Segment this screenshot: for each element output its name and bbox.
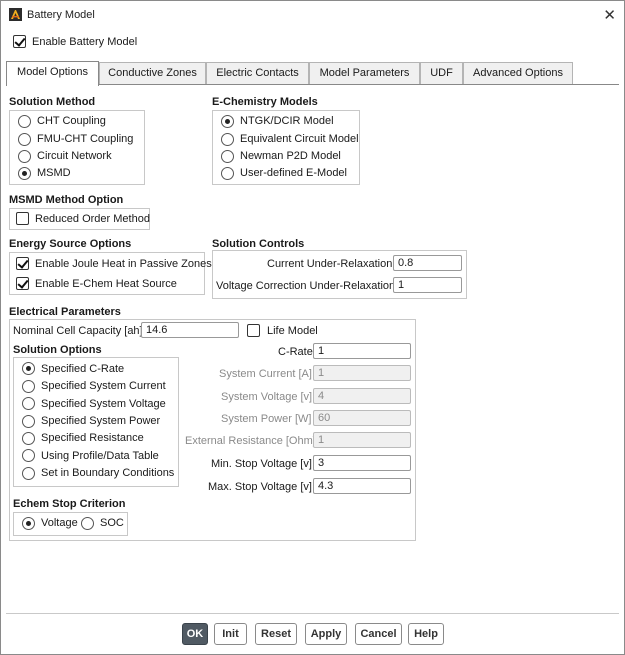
min-stop-voltage-label: Min. Stop Voltage [v] xyxy=(211,458,312,470)
window-title: Battery Model xyxy=(27,9,95,21)
max-stop-voltage-input[interactable]: 4.3 xyxy=(313,478,411,494)
init-button[interactable]: Init xyxy=(214,623,247,645)
tab-bar: Model Options Conductive Zones Electric … xyxy=(1,61,624,86)
external-resistance-label: External Resistance [Ohm] xyxy=(185,435,316,447)
current-relaxation-label: Current Under-Relaxation xyxy=(267,258,393,270)
radio-label[interactable]: Set in Boundary Conditions xyxy=(41,467,174,479)
stop-criterion-heading: Echem Stop Criterion xyxy=(13,498,126,510)
radio-label[interactable]: Specified System Voltage xyxy=(41,398,166,410)
radio-label[interactable]: NTGK/DCIR Model xyxy=(240,115,334,127)
radio-ntgk-dcir[interactable] xyxy=(221,115,234,128)
external-resistance-input: 1 xyxy=(313,432,411,448)
radio-label[interactable]: CHT Coupling xyxy=(37,115,106,127)
capacity-input[interactable]: 14.6 xyxy=(141,322,239,338)
energy-source-heading: Energy Source Options xyxy=(9,238,132,250)
radio-fmu-cht-coupling[interactable] xyxy=(18,133,31,146)
app-logo-icon xyxy=(9,8,22,21)
radio-label[interactable]: FMU-CHT Coupling xyxy=(37,133,133,145)
radio-msmd[interactable] xyxy=(18,167,31,180)
radio-specified-c-rate[interactable] xyxy=(22,362,35,375)
tab-udf[interactable]: UDF xyxy=(420,62,463,84)
tab-electric-contacts[interactable]: Electric Contacts xyxy=(206,62,309,84)
footer-divider xyxy=(6,613,619,614)
reset-button[interactable]: Reset xyxy=(255,623,297,645)
title-bar: Battery Model ✕ xyxy=(1,1,624,29)
radio-specified-system-power[interactable] xyxy=(22,415,35,428)
tab-advanced-options[interactable]: Advanced Options xyxy=(463,62,573,84)
reduced-order-label[interactable]: Reduced Order Method xyxy=(35,213,150,225)
radio-specified-resistance[interactable] xyxy=(22,432,35,445)
radio-boundary-conditions[interactable] xyxy=(22,467,35,480)
radio-label[interactable]: MSMD xyxy=(37,167,71,179)
solution-controls-heading: Solution Controls xyxy=(212,238,305,250)
radio-label[interactable]: Voltage xyxy=(41,517,78,529)
radio-label[interactable]: Specified System Current xyxy=(41,380,166,392)
solution-method-heading: Solution Method xyxy=(9,96,96,108)
help-button[interactable]: Help xyxy=(408,623,444,645)
apply-button[interactable]: Apply xyxy=(305,623,347,645)
system-power-label: System Power [W] xyxy=(221,413,312,425)
radio-soc[interactable] xyxy=(81,517,94,530)
life-model-label[interactable]: Life Model xyxy=(267,325,318,337)
c-rate-input[interactable]: 1 xyxy=(313,343,411,359)
battery-model-dialog: Battery Model ✕ Enable Battery Model Mod… xyxy=(0,0,625,655)
current-relaxation-input[interactable]: 0.8 xyxy=(393,255,462,271)
radio-voltage[interactable] xyxy=(22,517,35,530)
life-model-checkbox[interactable] xyxy=(247,324,260,337)
enable-battery-model-label[interactable]: Enable Battery Model xyxy=(32,36,137,48)
radio-label[interactable]: Using Profile/Data Table xyxy=(41,450,159,462)
ok-button[interactable]: OK xyxy=(182,623,208,645)
solution-options-heading: Solution Options xyxy=(13,344,102,356)
cancel-button[interactable]: Cancel xyxy=(355,623,402,645)
radio-label[interactable]: Newman P2D Model xyxy=(240,150,341,162)
radio-label[interactable]: Specified C-Rate xyxy=(41,363,124,375)
echem-heat-label[interactable]: Enable E-Chem Heat Source xyxy=(35,278,177,290)
max-stop-voltage-label: Max. Stop Voltage [v] xyxy=(208,481,312,493)
radio-specified-system-current[interactable] xyxy=(22,380,35,393)
tab-conductive-zones[interactable]: Conductive Zones xyxy=(99,62,206,84)
tab-model-options[interactable]: Model Options xyxy=(6,61,99,86)
system-power-input: 60 xyxy=(313,410,411,426)
radio-label[interactable]: Circuit Network xyxy=(37,150,112,162)
radio-equivalent-circuit[interactable] xyxy=(221,133,234,146)
system-current-input: 1 xyxy=(313,365,411,381)
radio-profile-data-table[interactable] xyxy=(22,449,35,462)
radio-label[interactable]: User-defined E-Model xyxy=(240,167,347,179)
radio-label[interactable]: Specified System Power xyxy=(41,415,160,427)
echem-heat-checkbox[interactable] xyxy=(16,277,29,290)
reduced-order-checkbox[interactable] xyxy=(16,212,29,225)
radio-label[interactable]: Specified Resistance xyxy=(41,432,144,444)
min-stop-voltage-input[interactable]: 3 xyxy=(313,455,411,471)
radio-label[interactable]: Equivalent Circuit Model xyxy=(240,133,359,145)
electrical-params-heading: Electrical Parameters xyxy=(9,306,121,318)
tab-model-parameters[interactable]: Model Parameters xyxy=(309,62,420,84)
system-voltage-input: 4 xyxy=(313,388,411,404)
msmd-option-heading: MSMD Method Option xyxy=(9,194,124,206)
system-voltage-label: System Voltage [v] xyxy=(221,391,313,403)
joule-heat-checkbox[interactable] xyxy=(16,257,29,270)
joule-heat-label[interactable]: Enable Joule Heat in Passive Zones xyxy=(35,258,212,270)
radio-user-defined-e-model[interactable] xyxy=(221,167,234,180)
radio-label[interactable]: SOC xyxy=(100,517,124,529)
echem-models-heading: E-Chemistry Models xyxy=(212,96,318,108)
c-rate-label: C-Rate xyxy=(278,346,313,358)
radio-circuit-network[interactable] xyxy=(18,150,31,163)
system-current-label: System Current [A] xyxy=(219,368,312,380)
voltage-correction-input[interactable]: 1 xyxy=(393,277,462,293)
radio-newman-p2d[interactable] xyxy=(221,150,234,163)
close-icon[interactable]: ✕ xyxy=(603,6,616,24)
enable-battery-model-checkbox[interactable] xyxy=(13,35,26,48)
radio-specified-system-voltage[interactable] xyxy=(22,397,35,410)
voltage-correction-label: Voltage Correction Under-Relaxation xyxy=(216,280,396,292)
capacity-label: Nominal Cell Capacity [ah] xyxy=(13,325,143,337)
radio-cht-coupling[interactable] xyxy=(18,115,31,128)
